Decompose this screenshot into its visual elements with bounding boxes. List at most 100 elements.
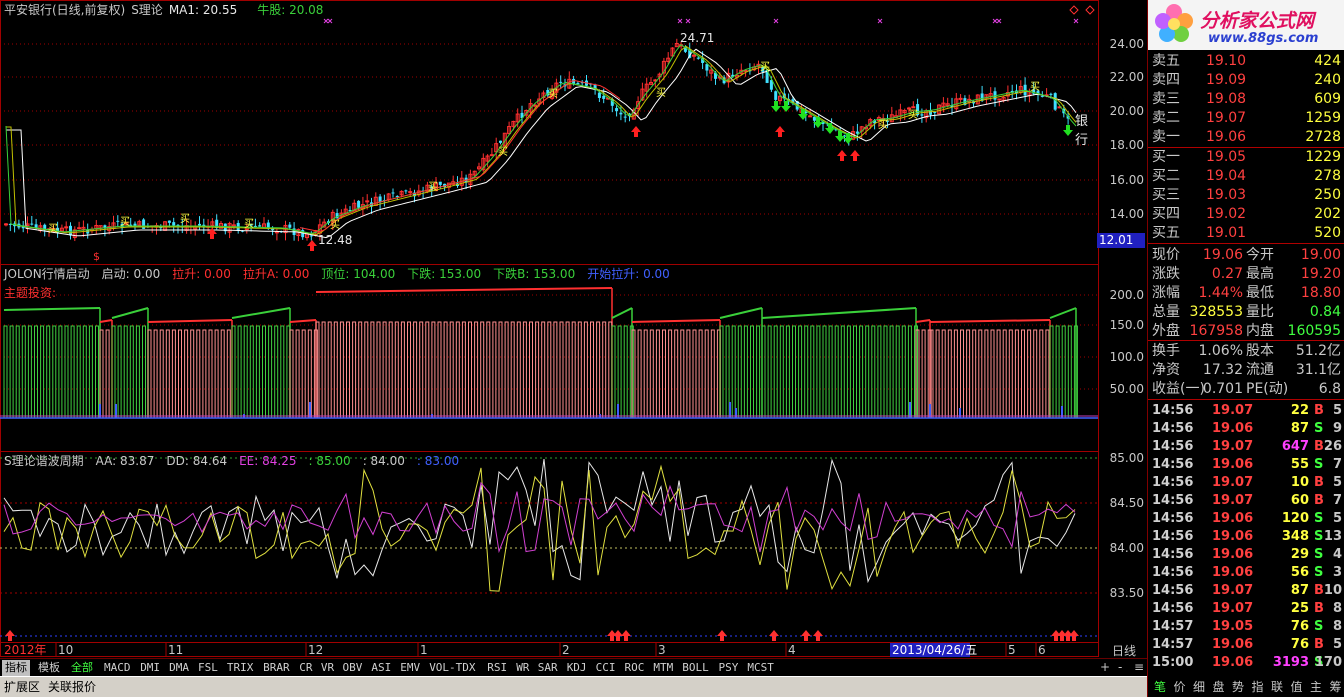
stat-row: 外盘 167958 内盘 160595 [1148, 321, 1344, 342]
candle-body [309, 235, 313, 237]
quote-tab-0[interactable]: 笔 [1154, 678, 1166, 695]
candle-body [696, 57, 700, 59]
tab-mtm[interactable]: MTM [650, 660, 676, 676]
jolon-bar [202, 329, 207, 418]
quote-tab-9[interactable]: 筹 [1330, 678, 1342, 695]
jolon-envelope [761, 307, 917, 319]
quote-tab-8[interactable]: 主 [1310, 678, 1322, 695]
tab-全部[interactable]: 全部 [68, 660, 96, 676]
tab-vol-tdx[interactable]: VOL-TDX [426, 660, 478, 676]
quote-tab-3[interactable]: 盘 [1213, 678, 1225, 695]
sell-volume: 609 [1314, 91, 1341, 107]
quote-tab-7[interactable]: 值 [1291, 678, 1303, 695]
tick-side: B [1314, 601, 1324, 616]
tick-time: 14:56 [1152, 403, 1194, 418]
jolon-bar [731, 325, 736, 418]
jolon-bar [70, 325, 75, 418]
tab-cci[interactable]: CCI [593, 660, 619, 676]
chart-area[interactable]: 买买买买买买买买买买买买买 $2012年 10 11 12 1 2 3 4 2013/04/26/… [0, 0, 1100, 658]
harmonic-aa-line [3, 458, 1076, 584]
jolon-bar [859, 325, 864, 418]
y-tick-label: 24.00 [1109, 37, 1144, 51]
stat-row: 换手 1.06% 股本 51.2亿 [1148, 341, 1344, 362]
dollar-marker-icon: $ [93, 250, 100, 263]
tab-kdj[interactable]: KDJ [564, 660, 590, 676]
jolon-bar [535, 321, 540, 418]
tick-time: 14:56 [1152, 421, 1194, 436]
buy-row: 买四 19.02 202 [1148, 205, 1344, 224]
extension-area-tab[interactable]: 扩展区 [4, 679, 40, 695]
jolon-bar [941, 329, 946, 418]
related-quotes-tab[interactable]: 关联报价 [48, 679, 96, 695]
tab-rsi[interactable]: RSI [484, 660, 510, 676]
tab-obv[interactable]: OBV [340, 660, 366, 676]
jolon-bar [88, 325, 93, 418]
buy-row: 买一 19.05 1229 [1148, 148, 1344, 167]
marker-x-icon [327, 18, 333, 24]
tab-roc[interactable]: ROC [622, 660, 648, 676]
jolon-bar [602, 321, 607, 418]
tab-dmi[interactable]: DMI [137, 660, 163, 676]
jolon-bar [76, 325, 81, 418]
jolon-bar [1027, 329, 1032, 418]
tab-mcst[interactable]: MCST [744, 660, 777, 676]
main-chart-title: 平安银行(日线,前复权) S理论 MA1: 20.55 牛股: 20.08 [4, 3, 329, 17]
jolon-bar [804, 325, 809, 418]
tab-boll[interactable]: BOLL [679, 660, 712, 676]
kline-chart-svg[interactable]: 买买买买买买买买 买买买买买$2012年 10 11 12 1 2 3 4 2013/04/26/… [0, 0, 1100, 658]
tab-cr[interactable]: CR [296, 660, 315, 676]
jolon-bar [710, 329, 715, 418]
tab-vr[interactable]: VR [318, 660, 337, 676]
jolon-bar [674, 329, 679, 418]
jolon-bar [756, 325, 761, 418]
tab-psy[interactable]: PSY [716, 660, 742, 676]
tick-volume: 120 [1281, 511, 1309, 526]
quote-tab-6[interactable]: 联 [1271, 678, 1283, 695]
stat-label: 最高 [1246, 266, 1274, 282]
tab-macd[interactable]: MACD [101, 660, 134, 676]
tab-模板[interactable]: 模板 [35, 660, 63, 676]
x-axis-label: 2013/04/26/五 [892, 643, 977, 657]
candle-body [933, 111, 937, 113]
order-book-separator [1148, 243, 1344, 244]
tick-side: B [1314, 583, 1324, 598]
logo-url[interactable]: www.88gs.com [1208, 31, 1318, 46]
tab-trix[interactable]: TRIX [224, 660, 257, 676]
jolon-bar [474, 321, 479, 418]
quote-tab-5[interactable]: 指 [1252, 678, 1264, 695]
period-label[interactable]: 日线 [1112, 642, 1136, 659]
jolon-bar [9, 325, 14, 418]
tab-wr[interactable]: WR [513, 660, 532, 676]
tab-emv[interactable]: EMV [397, 660, 423, 676]
zoom-plus-button[interactable]: + [1100, 660, 1110, 674]
jolon-bar [52, 325, 57, 418]
candle-body [198, 223, 201, 226]
tick-count: 5 [1332, 403, 1342, 418]
jolon-bar [583, 321, 588, 418]
menu-button[interactable]: ≡ [1134, 660, 1144, 674]
stat-row: 涨幅 1.44% 最低 18.80 [1148, 283, 1344, 304]
sell-level-label: 卖四 [1152, 72, 1180, 88]
tab-brar[interactable]: BRAR [260, 660, 293, 676]
quote-tab-4[interactable]: 势 [1232, 678, 1244, 695]
jolon-envelope [289, 319, 317, 323]
marker-x-icon [677, 18, 683, 24]
stat-label: 现价 [1152, 247, 1180, 263]
jolon-bar [370, 321, 375, 418]
tick-volume: 60 [1290, 493, 1309, 508]
tick-price: 19.06 [1212, 457, 1254, 472]
quote-tab-2[interactable]: 细 [1193, 678, 1205, 695]
zoom-minus-button[interactable]: - [1118, 660, 1122, 674]
quote-tab-1[interactable]: 价 [1174, 678, 1186, 695]
buy-signal-label: 买 [48, 223, 58, 235]
tab-asi[interactable]: ASI [368, 660, 394, 676]
tab-指标[interactable]: 指标 [2, 660, 30, 676]
stock-terminal: { "colors":{"up":"#ff3030","down":"#40e0… [0, 0, 1344, 697]
tab-sar[interactable]: SAR [535, 660, 561, 676]
jolon-bar [388, 321, 393, 418]
tab-fsl[interactable]: FSL [195, 660, 221, 676]
jolon-bar [953, 329, 958, 418]
jolon-bar [364, 321, 369, 418]
stat-row: 总量 328553 量比 0.84 [1148, 302, 1344, 323]
tab-dma[interactable]: DMA [166, 660, 192, 676]
